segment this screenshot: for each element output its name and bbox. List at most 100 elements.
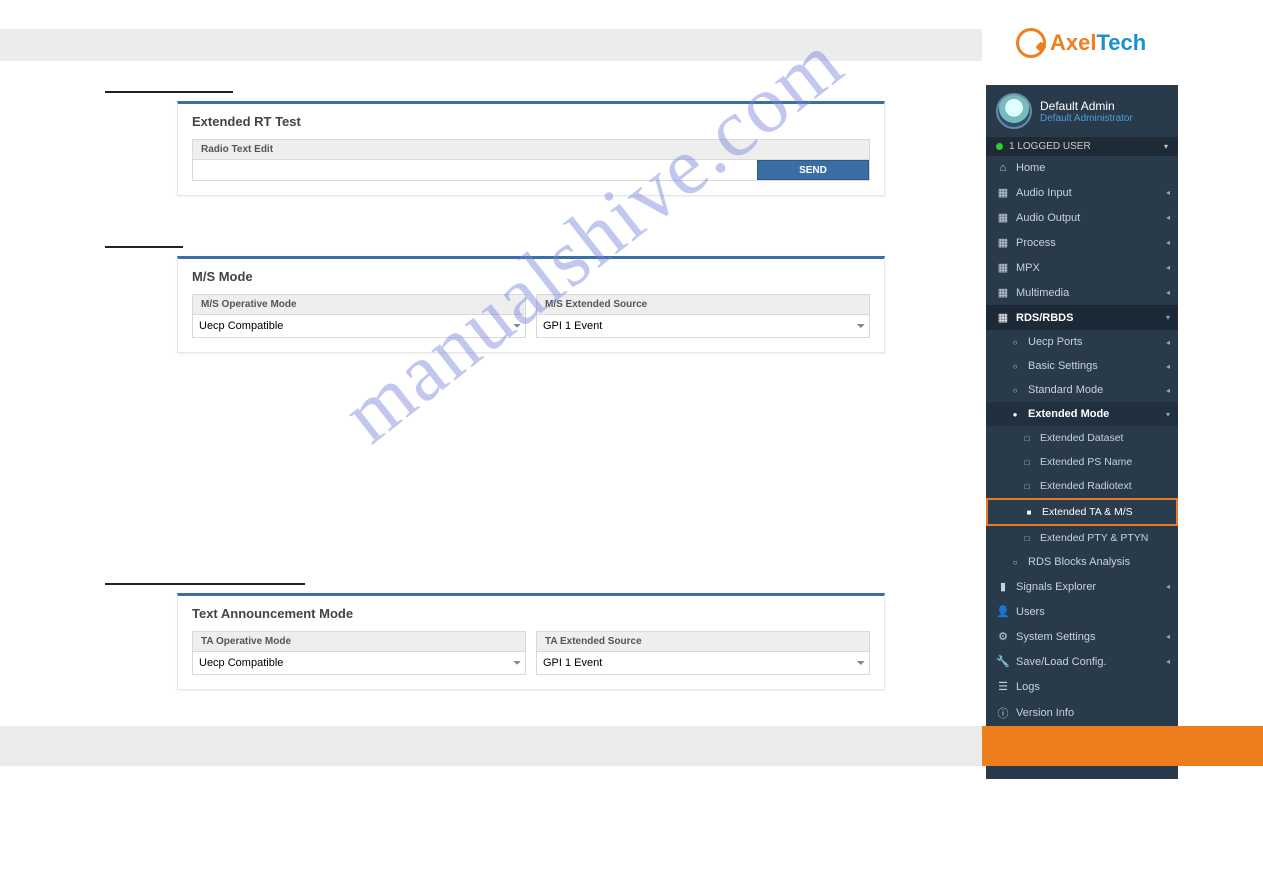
nav-mpx[interactable]: ▦ MPX ◂ [986, 255, 1178, 280]
panel-title-ms: M/S Mode [178, 259, 884, 294]
caret-left-icon: ◂ [1166, 238, 1170, 247]
info-icon: ⓘ [996, 705, 1010, 721]
section-divider [105, 246, 183, 248]
caret-left-icon: ◂ [1166, 386, 1170, 395]
panel-title-rt: Extended RT Test [178, 104, 884, 139]
footer [0, 726, 1263, 766]
nav-label: RDS/RBDS [1016, 312, 1073, 324]
send-button[interactable]: SEND [757, 160, 869, 180]
status-dot-icon [996, 143, 1003, 150]
square-icon: □ [1020, 434, 1034, 443]
nav-blocks[interactable]: ○ RDS Blocks Analysis [986, 550, 1178, 574]
grid-icon: ▦ [996, 236, 1010, 249]
nav-saveload[interactable]: 🔧Save/Load Config.◂ [986, 649, 1178, 674]
gear-icon: ⚙ [996, 630, 1010, 643]
nav-standard[interactable]: ○ Standard Mode ◂ [986, 378, 1178, 402]
section-divider [105, 583, 305, 585]
nav-ext-ta-ms[interactable]: ■ Extended TA & M/S [986, 498, 1178, 526]
nav-uecp[interactable]: ○Uecp Ports◂ [986, 330, 1178, 354]
grid-icon: ▦ [996, 286, 1010, 299]
caret-left-icon: ◂ [1166, 338, 1170, 347]
ta-op-select[interactable]: Uecp Compatible [193, 652, 525, 674]
nav-ext-dataset[interactable]: □ Extended Dataset [986, 426, 1178, 450]
footer-accent [982, 726, 1263, 766]
nav-users[interactable]: 👤Users [986, 599, 1178, 624]
nav-audio-input[interactable]: ▦Audio Input◂ [986, 180, 1178, 205]
nav-home[interactable]: ⌂Home [986, 156, 1178, 180]
grid-icon: ▦ [996, 186, 1010, 199]
caret-down-icon: ▾ [1166, 410, 1170, 419]
nav-label: Extended PS Name [1040, 456, 1132, 468]
ms-op-label: M/S Operative Mode [193, 295, 525, 315]
user-icon: 👤 [996, 605, 1010, 618]
nav-rds[interactable]: ▦ RDS/RBDS ▾ [986, 305, 1178, 330]
square-icon: □ [1020, 458, 1034, 467]
sidebar: Default Admin Default Administrator 1 LO… [986, 85, 1178, 779]
circle-icon: ○ [1008, 362, 1022, 371]
ms-src-select[interactable]: GPI 1 Event [537, 315, 869, 337]
grid-icon: ▦ [996, 211, 1010, 224]
brand-logo: AxelTech [1016, 28, 1146, 58]
brand-text-2: Tech [1096, 30, 1146, 55]
caret-down-icon: ▾ [1166, 313, 1170, 322]
nav-label: Logs [1016, 681, 1040, 693]
caret-left-icon: ◂ [1166, 263, 1170, 272]
nav-signals[interactable]: ▮ Signals Explorer ◂ [986, 574, 1178, 599]
chevron-down-icon: ▾ [1164, 142, 1168, 151]
nav-process[interactable]: ▦Process◂ [986, 230, 1178, 255]
nav-ext-radiotext[interactable]: □Extended Radiotext [986, 474, 1178, 498]
square-icon: □ [1020, 534, 1034, 543]
logged-user-bar[interactable]: 1 LOGGED USER ▾ [986, 137, 1178, 156]
list-icon: ☰ [996, 680, 1010, 693]
circle-filled-icon: ● [1008, 410, 1022, 419]
grid-icon: ▦ [996, 261, 1010, 274]
wrench-icon: 🔧 [996, 655, 1010, 668]
ms-mode-panel: M/S Mode M/S Operative Mode Uecp Compati… [177, 256, 885, 353]
square-icon: □ [1020, 482, 1034, 491]
radio-text-label: Radio Text Edit [193, 140, 869, 160]
nav-label: MPX [1016, 262, 1040, 274]
nav-label: Basic Settings [1028, 360, 1098, 372]
nav-label: Extended TA & M/S [1042, 506, 1133, 518]
nav-label: Extended Mode [1028, 408, 1109, 420]
panel-title-ta: Text Announcement Mode [178, 596, 884, 631]
extended-rt-panel: Extended RT Test Radio Text Edit SEND [177, 101, 885, 196]
nav-logs[interactable]: ☰ Logs [986, 674, 1178, 699]
nav-audio-output[interactable]: ▦Audio Output◂ [986, 205, 1178, 230]
nav-ext-ps[interactable]: □ Extended PS Name [986, 450, 1178, 474]
grid-icon: ▦ [996, 311, 1010, 324]
user-role[interactable]: Default Administrator [1040, 113, 1133, 124]
circle-icon: ○ [1008, 386, 1022, 395]
nav-label: System Settings [1016, 631, 1095, 643]
signal-icon: ▮ [996, 580, 1010, 593]
nav-label: RDS Blocks Analysis [1028, 556, 1130, 568]
nav-ext-pty[interactable]: □Extended PTY & PTYN [986, 526, 1178, 550]
nav-label: Standard Mode [1028, 384, 1103, 396]
ms-op-select[interactable]: Uecp Compatible [193, 315, 525, 337]
nav-label: Extended Dataset [1040, 432, 1123, 444]
caret-left-icon: ◂ [1166, 288, 1170, 297]
nav-system[interactable]: ⚙ System Settings ◂ [986, 624, 1178, 649]
nav-label: Signals Explorer [1016, 581, 1096, 593]
nav-multimedia[interactable]: ▦Multimedia◂ [986, 280, 1178, 305]
nav-label: Audio Output [1016, 212, 1080, 224]
radio-text-input[interactable] [193, 160, 757, 180]
caret-left-icon: ◂ [1166, 632, 1170, 641]
nav-version[interactable]: ⓘ Version Info [986, 699, 1178, 727]
ta-src-select[interactable]: GPI 1 Event [537, 652, 869, 674]
nav-extended[interactable]: ● Extended Mode ▾ [986, 402, 1178, 426]
logged-user-text: 1 LOGGED USER [1009, 141, 1091, 152]
square-filled-icon: ■ [1022, 508, 1036, 517]
ta-op-label: TA Operative Mode [193, 632, 525, 652]
logo-icon [1016, 28, 1046, 58]
nav-label: Save/Load Config. [1016, 656, 1107, 668]
avatar-icon [996, 93, 1032, 129]
nav-basic[interactable]: ○Basic Settings◂ [986, 354, 1178, 378]
ta-src-label: TA Extended Source [537, 632, 869, 652]
caret-left-icon: ◂ [1166, 188, 1170, 197]
circle-icon: ○ [1008, 338, 1022, 347]
circle-icon: ○ [1008, 558, 1022, 567]
caret-left-icon: ◂ [1166, 582, 1170, 591]
nav-label: Version Info [1016, 707, 1074, 719]
watermark: manualshive.com [325, 14, 861, 461]
